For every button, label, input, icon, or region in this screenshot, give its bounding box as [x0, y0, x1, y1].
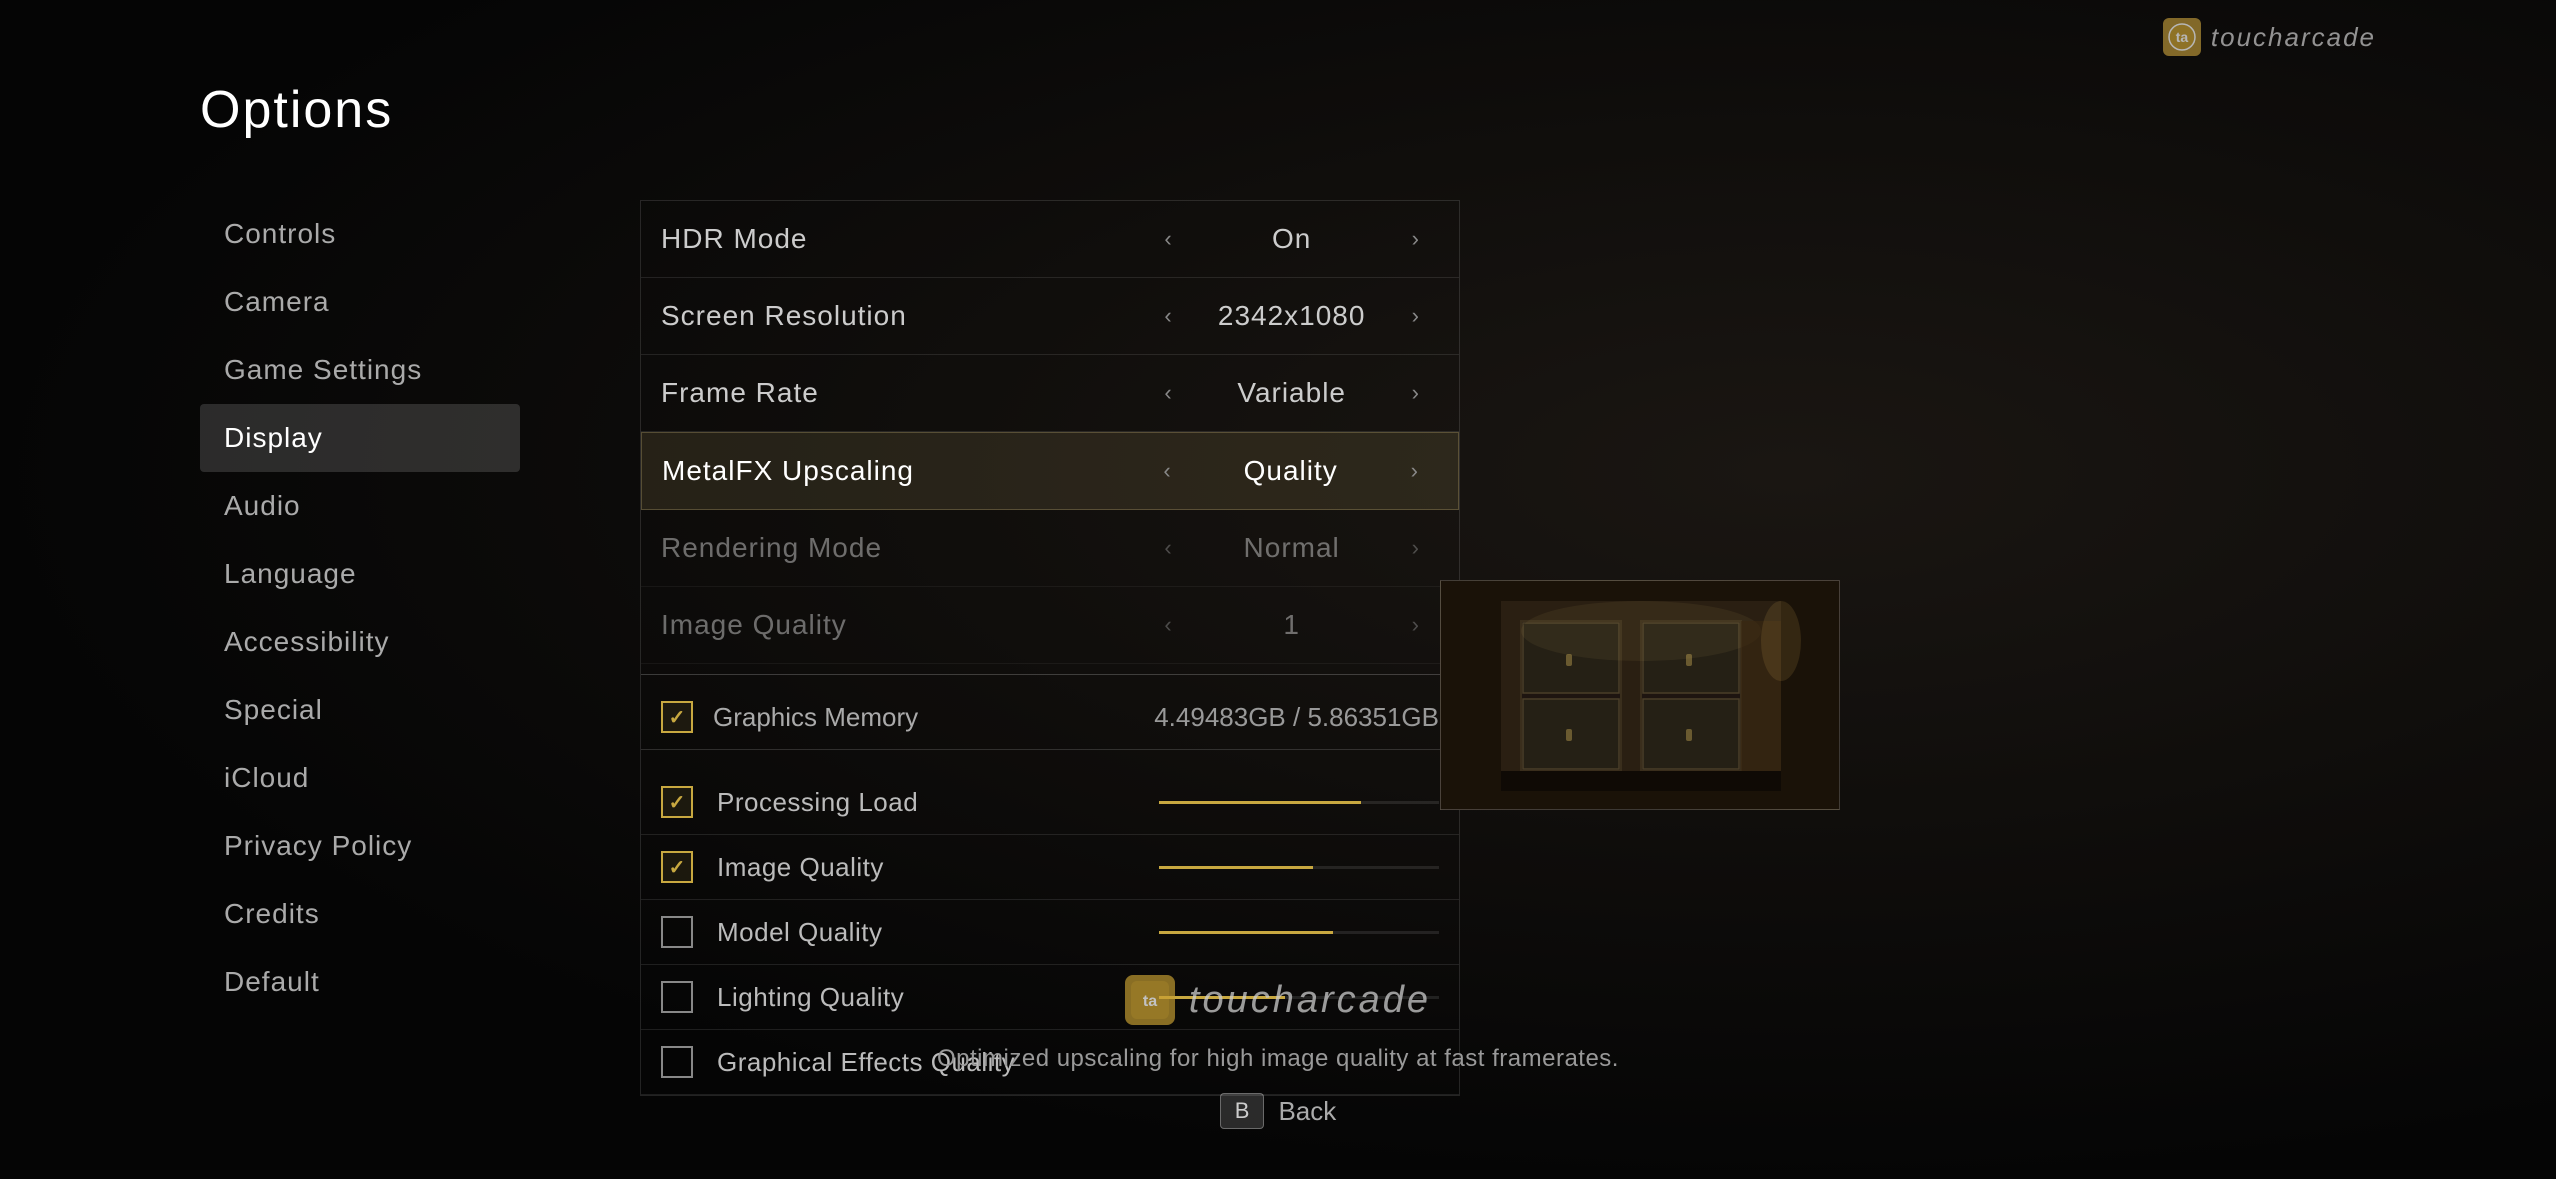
sidebar-item-audio[interactable]: Audio — [200, 472, 520, 540]
graphics-memory-checkbox[interactable]: ✓ — [661, 701, 693, 733]
setting-value-hdr-mode: On — [1192, 223, 1392, 255]
graphics-memory-row: ✓ Graphics Memory 4.49483GB / 5.86351GB — [641, 685, 1459, 750]
sidebar-item-icloud[interactable]: iCloud — [200, 744, 520, 812]
setting-label-hdr-mode: HDR Mode — [661, 223, 1144, 255]
check-mark: ✓ — [669, 705, 686, 730]
page-title: Options — [200, 80, 2356, 140]
setting-arrow-left-screen-resolution[interactable]: ‹ — [1144, 303, 1191, 329]
setting-arrow-right-frame-rate[interactable]: › — [1392, 380, 1439, 406]
watermark-top: ta toucharcade — [2163, 18, 2376, 56]
back-key-indicator: B — [1220, 1093, 1265, 1129]
setting-value-frame-rate: Variable — [1192, 377, 1392, 409]
toucharcade-name-top: toucharcade — [2211, 22, 2376, 53]
setting-label-rendering-mode: Rendering Mode — [661, 532, 1144, 564]
setting-arrow-left-hdr-mode[interactable]: ‹ — [1144, 226, 1191, 252]
setting-row-image-quality: Image Quality ‹ 1 › — [641, 587, 1459, 664]
graphics-memory-text: Graphics Memory — [713, 702, 918, 733]
graphics-memory-label: ✓ Graphics Memory — [661, 701, 1154, 733]
setting-row-hdr-mode: HDR Mode ‹ On › — [641, 201, 1459, 278]
sidebar-item-special[interactable]: Special — [200, 676, 520, 744]
setting-arrow-right-metalfx-upscaling[interactable]: › — [1391, 458, 1438, 484]
setting-arrow-right-hdr-mode[interactable]: › — [1392, 226, 1439, 252]
sidebar-item-credits[interactable]: Credits — [200, 880, 520, 948]
bottom-bar: ta toucharcade Optimized upscaling for h… — [0, 975, 2556, 1129]
preview-inner — [1441, 581, 1839, 809]
sidebar-item-privacy-policy[interactable]: Privacy Policy — [200, 812, 520, 880]
setting-arrow-left-image-quality[interactable]: ‹ — [1144, 612, 1191, 638]
checkbox-row-image-quality: ✓ Image Quality — [641, 835, 1459, 900]
bar-fill-processing-load — [1159, 801, 1361, 804]
setting-arrow-right-rendering-mode[interactable]: › — [1392, 535, 1439, 561]
setting-label-screen-resolution: Screen Resolution — [661, 300, 1144, 332]
check-mark: ✓ — [669, 790, 686, 815]
setting-value-rendering-mode: Normal — [1192, 532, 1392, 564]
sidebar-item-accessibility[interactable]: Accessibility — [200, 608, 520, 676]
setting-arrow-left-rendering-mode[interactable]: ‹ — [1144, 535, 1191, 561]
setting-row-metalfx-upscaling: MetalFX Upscaling ‹ Quality › — [641, 432, 1459, 510]
setting-value-metalfx-upscaling: Quality — [1191, 455, 1391, 487]
bar-wrap-processing-load — [1159, 801, 1439, 804]
watermark-bottom: ta toucharcade — [1125, 975, 1431, 1025]
setting-value-image-quality: 1 — [1192, 609, 1392, 641]
setting-arrow-right-screen-resolution[interactable]: › — [1392, 303, 1439, 329]
checkbox-row-model-quality: Model Quality — [641, 900, 1459, 965]
preview-image — [1440, 580, 1840, 810]
toucharcade-name-bottom: toucharcade — [1189, 979, 1431, 1022]
sidebar-item-display[interactable]: Display — [200, 404, 520, 472]
back-label: Back — [1278, 1096, 1336, 1127]
setting-row-frame-rate: Frame Rate ‹ Variable › — [641, 355, 1459, 432]
checkbox-model-quality[interactable] — [661, 916, 693, 948]
setting-label-frame-rate: Frame Rate — [661, 377, 1144, 409]
bar-fill-model-quality — [1159, 931, 1333, 934]
checkbox-row-processing-load: ✓ Processing Load — [641, 770, 1459, 835]
checkbox-label-model-quality: Model Quality — [717, 917, 1135, 948]
back-navigation: B Back — [1220, 1093, 1337, 1129]
settings-list: HDR Mode ‹ On › Screen Resolution ‹ 2342… — [641, 201, 1459, 664]
setting-arrow-left-metalfx-upscaling[interactable]: ‹ — [1143, 458, 1190, 484]
graphics-memory-value: 4.49483GB / 5.86351GB — [1154, 702, 1439, 733]
setting-label-metalfx-upscaling: MetalFX Upscaling — [662, 455, 1143, 487]
sidebar-item-language[interactable]: Language — [200, 540, 520, 608]
setting-arrow-left-frame-rate[interactable]: ‹ — [1144, 380, 1191, 406]
svg-text:ta: ta — [2176, 29, 2189, 45]
bar-wrap-image-quality — [1159, 866, 1439, 869]
setting-value-screen-resolution: 2342x1080 — [1192, 300, 1392, 332]
setting-label-image-quality: Image Quality — [661, 609, 1144, 641]
sidebar-item-game-settings[interactable]: Game Settings — [200, 336, 520, 404]
toucharcade-logo-bottom: ta — [1125, 975, 1175, 1025]
settings-separator — [641, 674, 1459, 675]
setting-arrow-right-image-quality[interactable]: › — [1392, 612, 1439, 638]
sidebar-item-controls[interactable]: Controls — [200, 200, 520, 268]
toucharcade-logo-icon: ta — [2163, 18, 2201, 56]
settings-panel-border: HDR Mode ‹ On › Screen Resolution ‹ 2342… — [640, 200, 1460, 1096]
check-mark: ✓ — [669, 855, 686, 880]
setting-row-screen-resolution: Screen Resolution ‹ 2342x1080 › — [641, 278, 1459, 355]
checkbox-processing-load[interactable]: ✓ — [661, 786, 693, 818]
bar-wrap-model-quality — [1159, 931, 1439, 934]
svg-text:ta: ta — [1143, 993, 1157, 1010]
checkbox-label-processing-load: Processing Load — [717, 787, 1135, 818]
bar-fill-image-quality — [1159, 866, 1313, 869]
checkbox-label-image-quality: Image Quality — [717, 852, 1135, 883]
sidebar-item-camera[interactable]: Camera — [200, 268, 520, 336]
description-text: Optimized upscaling for high image quali… — [937, 1045, 1619, 1073]
checkbox-image-quality[interactable]: ✓ — [661, 851, 693, 883]
setting-row-rendering-mode: Rendering Mode ‹ Normal › — [641, 510, 1459, 587]
